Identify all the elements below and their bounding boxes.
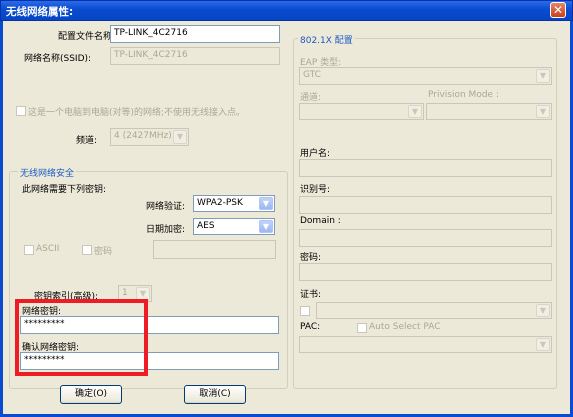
pac-select[interactable]: ▼ xyxy=(299,336,552,353)
domain-label: Domain : xyxy=(300,216,341,226)
auto-pac-label: Auto Select PAC xyxy=(369,322,441,332)
certificate-select[interactable]: ▼ xyxy=(316,302,552,319)
encryption-label: 日期加密: xyxy=(146,225,186,235)
password-checkbox-label: 密码 xyxy=(94,247,113,257)
adhoc-label: 这是一个电脑到电脑(对等)的网络;不使用无线接入点。 xyxy=(28,108,246,118)
ssid-label: 网络名称(SSID): xyxy=(24,54,92,64)
ok-button[interactable]: 确定(O) xyxy=(60,385,122,404)
auth-label: 网络验证: xyxy=(146,202,186,212)
chevron-down-icon: ▼ xyxy=(536,105,550,118)
ascii-label: ASCII xyxy=(36,244,60,254)
close-icon: ✕ xyxy=(552,3,564,17)
identity-field[interactable] xyxy=(299,196,552,214)
ssid-field[interactable]: TP-LINK_4C2716 xyxy=(110,47,280,65)
channel-label: 频道: xyxy=(76,136,98,146)
chevron-down-icon: ▼ xyxy=(259,197,273,210)
key-index-value: 1 xyxy=(122,288,128,298)
encryption-value: AES xyxy=(197,221,215,231)
certificate-checkbox[interactable] xyxy=(300,306,310,316)
highlight-box xyxy=(15,299,148,376)
chevron-down-icon: ▼ xyxy=(173,130,187,144)
username-field[interactable] xyxy=(299,159,552,177)
eap-password-label: 密码: xyxy=(300,253,322,263)
identity-label: 识别号: xyxy=(300,185,331,195)
password-checkbox[interactable] xyxy=(82,245,92,255)
encryption-select[interactable]: AES ▼ xyxy=(193,218,275,235)
chevron-down-icon: ▼ xyxy=(536,304,550,317)
title-bar xyxy=(0,0,573,21)
cancel-button[interactable]: 取消(C) xyxy=(184,385,246,404)
requires-key-label: 此网络需要下列密钥: xyxy=(22,185,107,195)
provision-mode-select[interactable]: ▼ xyxy=(426,103,552,120)
provision-mode-label: Privision Mode : xyxy=(428,90,499,100)
chevron-down-icon: ▼ xyxy=(536,69,550,83)
window-title: 无线网络属性: xyxy=(6,6,74,18)
adhoc-checkbox[interactable] xyxy=(16,106,26,116)
certificate-label: 证书: xyxy=(300,290,322,300)
chevron-down-icon: ▼ xyxy=(259,220,273,233)
password-field-disabled[interactable] xyxy=(153,240,276,259)
auto-pac-checkbox[interactable] xyxy=(357,323,367,333)
tunnel-label: 通道: xyxy=(300,93,322,103)
eap-type-value: GTC xyxy=(303,70,321,80)
auth-value: WPA2-PSK xyxy=(197,198,243,208)
chevron-down-icon: ▼ xyxy=(408,105,422,118)
channel-value: 4 (2427MHz) xyxy=(114,131,172,141)
ascii-checkbox[interactable] xyxy=(24,245,34,255)
domain-field[interactable] xyxy=(299,229,552,247)
eap-type-select[interactable]: GTC ▼ xyxy=(299,67,552,85)
eap-password-field[interactable] xyxy=(299,263,552,281)
security-group-title: 无线网络安全 xyxy=(18,166,77,179)
eap-group-title: 802.1X 配置 xyxy=(298,33,355,46)
tunnel-select[interactable]: ▼ xyxy=(299,103,424,120)
username-label: 用户名: xyxy=(300,149,331,159)
channel-select[interactable]: 4 (2427MHz) ▼ xyxy=(110,128,189,146)
chevron-down-icon: ▼ xyxy=(536,338,550,351)
config-name-field[interactable]: TP-LINK_4C2716 xyxy=(110,25,280,43)
pac-label: PAC: xyxy=(300,322,321,332)
config-name-label: 配置文件名称: xyxy=(58,32,116,42)
auth-select[interactable]: WPA2-PSK ▼ xyxy=(193,195,275,212)
close-button[interactable]: ✕ xyxy=(550,2,566,18)
